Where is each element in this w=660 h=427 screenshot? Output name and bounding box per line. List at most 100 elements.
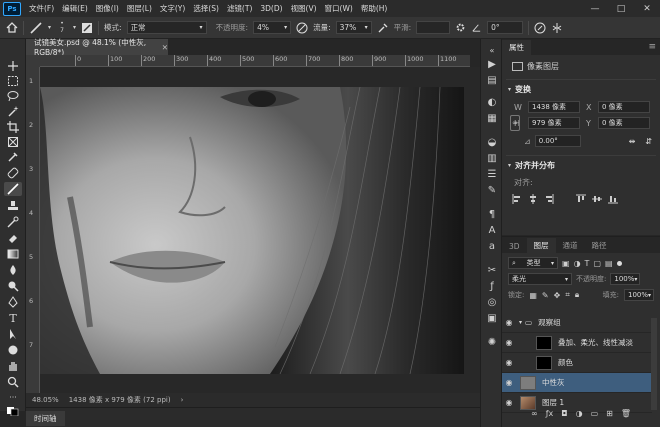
adjustments-icon[interactable]: ◒ (484, 135, 500, 149)
gear-icon[interactable] (455, 22, 466, 33)
minimize-button[interactable]: — (582, 0, 608, 17)
panel-menu-icon[interactable]: ≡ (648, 42, 660, 55)
lock-all-icon[interactable]: 🔒︎ (575, 290, 579, 300)
info-icon[interactable]: ▣ (484, 311, 500, 325)
tab-channels[interactable]: 通道 (556, 238, 585, 253)
pen-tool-icon[interactable] (4, 295, 22, 309)
fill-field[interactable]: 100% ▾ (624, 289, 654, 301)
filter-type-icon[interactable]: T (585, 259, 590, 268)
clone-stamp-tool-icon[interactable] (4, 199, 22, 213)
menu-help[interactable]: 帮助(H) (357, 3, 392, 14)
canvas-area[interactable] (40, 67, 480, 393)
tools-preset-icon[interactable]: ✂ (484, 263, 500, 277)
frame-tool-icon[interactable] (4, 135, 22, 149)
pressure-opacity-icon[interactable] (296, 22, 308, 34)
layer-row-selected[interactable]: ◉ 中性灰 (502, 373, 652, 393)
filter-shape-icon[interactable]: ▢ (593, 259, 601, 268)
lock-artboard-icon[interactable]: ⌗ (565, 290, 570, 300)
magic-wand-tool-icon[interactable] (4, 104, 22, 118)
height-field[interactable]: 979 像素 (528, 117, 580, 129)
sliders-icon[interactable]: ☰ (484, 167, 500, 181)
tab-properties[interactable]: 属性 (502, 40, 531, 55)
flow-field[interactable]: 37% ▾ (335, 21, 372, 34)
fx-icon[interactable]: ƒ (484, 279, 500, 293)
mode-select[interactable]: 正常 ▾ (126, 21, 207, 34)
airbrush-icon[interactable] (377, 22, 389, 34)
type-tool-icon[interactable]: T (4, 311, 22, 325)
brushes-icon[interactable]: ✎ (484, 183, 500, 197)
close-button[interactable]: ✕ (634, 0, 660, 17)
visibility-eye-icon[interactable]: ◉ (502, 378, 516, 387)
tab-3d[interactable]: 3D (502, 240, 527, 253)
brush-tool-icon[interactable] (4, 182, 22, 196)
dodge-tool-icon[interactable] (4, 279, 22, 293)
brush-size-picker[interactable]: • 7 (56, 21, 68, 35)
healing-brush-tool-icon[interactable] (4, 166, 22, 180)
chevron-down-icon[interactable]: ▾ (508, 86, 511, 93)
align-top-icon[interactable] (576, 194, 586, 206)
visibility-eye-icon[interactable]: ◉ (502, 358, 516, 367)
pressure-size-icon[interactable] (534, 22, 546, 34)
layer-row[interactable]: ◉ 叠加、柔光、线性减淡 (502, 333, 652, 353)
navigator-icon[interactable]: ◎ (484, 295, 500, 309)
symmetry-icon[interactable] (551, 22, 563, 34)
crop-tool-icon[interactable] (4, 120, 22, 134)
tab-timeline[interactable]: 时间轴 (26, 411, 65, 426)
actions-icon[interactable]: ▤ (484, 73, 500, 87)
new-layer-icon[interactable]: ⊞ (606, 409, 613, 418)
chevron-down-icon[interactable]: ▾ (519, 319, 522, 326)
x-field[interactable]: 0 像素 (598, 101, 650, 113)
color-swatches-icon[interactable] (4, 404, 22, 418)
lock-position-icon[interactable]: ✥ (554, 291, 561, 300)
filter-toggle-icon[interactable] (616, 260, 622, 266)
paragraph-icon[interactable]: ¶ (484, 207, 500, 221)
menu-window[interactable]: 窗口(W) (321, 3, 357, 14)
move-tool-icon[interactable] (4, 59, 22, 73)
close-tab-icon[interactable]: ✕ (162, 43, 168, 52)
menu-layer[interactable]: 图层(L) (123, 3, 156, 14)
brush-settings-icon[interactable] (81, 22, 93, 34)
visibility-eye-icon[interactable]: ◉ (502, 318, 516, 327)
link-layers-icon[interactable]: ∞ (531, 409, 538, 418)
history-brush-tool-icon[interactable] (4, 215, 22, 229)
lasso-tool-icon[interactable] (4, 89, 22, 103)
y-field[interactable]: 0 像素 (598, 117, 650, 129)
marquee-tool-icon[interactable] (4, 74, 22, 88)
layer-filter-select[interactable]: ⌕ 类型 ▾ (508, 257, 558, 269)
menu-filter[interactable]: 滤镜(T) (223, 3, 256, 14)
brush-tool-preset-icon[interactable] (29, 21, 43, 34)
light-icon[interactable]: ✺ (484, 335, 500, 349)
layer-opacity-field[interactable]: 100% ▾ (610, 273, 641, 285)
filter-adjust-icon[interactable]: ◑ (574, 259, 581, 268)
visibility-eye-icon[interactable]: ◉ (502, 398, 516, 407)
adjustment-layer-icon[interactable]: ◑ (576, 409, 583, 418)
menu-image[interactable]: 图像(I) (92, 3, 123, 14)
libraries-icon[interactable]: ▥ (484, 151, 500, 165)
tab-paths[interactable]: 路径 (585, 238, 614, 253)
color-icon[interactable]: ◐ (484, 95, 500, 109)
chevron-down-icon[interactable]: ▾ (508, 162, 511, 169)
ellipse-tool-icon[interactable] (4, 343, 22, 357)
visibility-eye-icon[interactable]: ◉ (502, 338, 516, 347)
glyphs-icon[interactable]: a (484, 239, 500, 253)
chevron-right-icon[interactable]: › (181, 396, 184, 404)
filter-pixel-icon[interactable]: ▣ (562, 259, 570, 268)
align-vcenter-icon[interactable] (592, 194, 602, 206)
angle-field[interactable]: 0° (487, 21, 524, 34)
menu-type[interactable]: 文字(Y) (156, 3, 189, 14)
eraser-tool-icon[interactable] (4, 231, 22, 245)
tab-layers[interactable]: 图层 (526, 238, 556, 253)
ruler-left[interactable]: 1 2 3 4 5 6 7 (26, 67, 40, 393)
menu-view[interactable]: 视图(V) (287, 3, 321, 14)
ruler-top[interactable]: 0 100 200 300 400 500 600 700 800 900 1000 1100 (40, 55, 470, 67)
align-hcenter-icon[interactable] (528, 194, 538, 206)
align-left-icon[interactable] (512, 194, 522, 206)
angle-field[interactable]: 0.00° (534, 135, 581, 147)
history-icon[interactable]: ▶ (484, 57, 500, 71)
lock-transparent-icon[interactable]: ▦ (529, 291, 537, 300)
menu-file[interactable]: 文件(F) (25, 3, 58, 14)
document-tab[interactable]: 试镜美女.psd @ 48.1% (中性灰, RGB/8*) ✕ (26, 38, 168, 57)
layer-row[interactable]: ◉ 颜色 (502, 353, 652, 373)
zoom-level[interactable]: 48.05% (32, 396, 59, 404)
layer-row-group[interactable]: ◉ ▾ ▭ 观察组 (502, 313, 652, 333)
